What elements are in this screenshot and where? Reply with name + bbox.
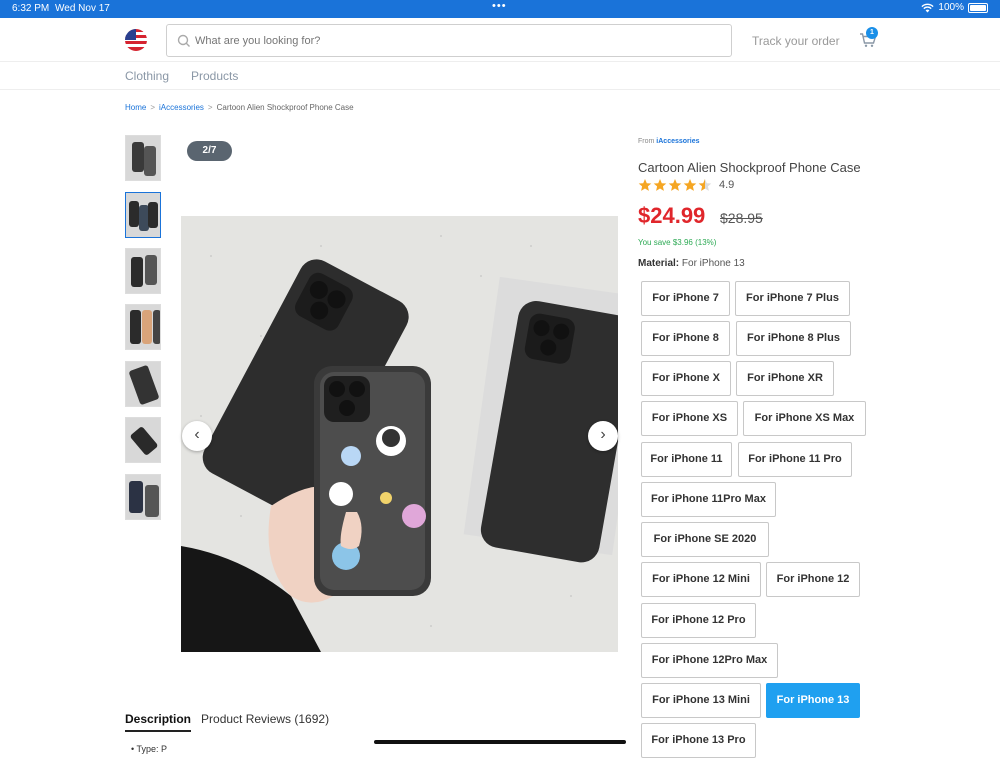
prev-image-button[interactable]: ‹ — [182, 421, 212, 451]
variant-option[interactable]: For iPhone 7 — [641, 281, 730, 316]
variant-option[interactable]: For iPhone 12 Mini — [641, 562, 761, 597]
tab-product-reviews[interactable]: Product Reviews (1692) — [201, 712, 329, 732]
sale-price: $24.99 — [638, 203, 706, 228]
material-line: Material: For iPhone 13 — [638, 258, 745, 269]
vendor-link[interactable]: iAccessories — [656, 138, 699, 145]
variant-option[interactable]: For iPhone SE 2020 — [641, 522, 769, 557]
breadcrumb-separator: > — [150, 103, 156, 112]
vendor-from-label: From — [638, 138, 655, 145]
variant-option[interactable]: For iPhone 8 — [641, 321, 730, 356]
next-image-button[interactable]: › — [588, 421, 618, 451]
product-tabs: Description Product Reviews (1692) — [125, 712, 339, 732]
status-right: 100% — [921, 2, 988, 13]
gallery-thumbnail[interactable] — [125, 417, 161, 463]
tab-description[interactable]: Description — [125, 712, 192, 732]
rating-value: 4.9 — [719, 179, 735, 191]
variant-option[interactable]: For iPhone 7 Plus — [735, 281, 850, 316]
variant-option[interactable]: For iPhone 12 Pro — [641, 603, 756, 638]
search-icon — [177, 34, 190, 47]
gallery-thumbnail[interactable] — [125, 135, 161, 181]
variant-option[interactable]: For iPhone 11Pro Max — [641, 482, 776, 517]
star-icon — [638, 179, 652, 191]
search-input[interactable] — [195, 31, 715, 51]
star-icon — [653, 179, 667, 191]
gallery-thumbnail[interactable] — [125, 248, 161, 294]
status-time: 6:32 PM — [12, 3, 50, 14]
variant-option[interactable]: For iPhone 11 — [641, 442, 732, 477]
rating-stars: 4.9 — [638, 178, 734, 192]
nav-item-products[interactable]: Products — [191, 69, 238, 83]
variant-option[interactable]: For iPhone XS — [641, 401, 738, 436]
variant-option[interactable]: For iPhone 11 Pro — [738, 442, 852, 477]
breadcrumb-category[interactable]: iAccessories — [159, 103, 204, 112]
breadcrumb-separator: > — [207, 103, 213, 112]
breadcrumb-current: Cartoon Alien Shockproof Phone Case — [216, 103, 354, 112]
cart-count-badge: 1 — [866, 27, 878, 39]
track-order-link[interactable]: Track your order — [752, 34, 840, 48]
us-flag-icon[interactable] — [125, 29, 147, 51]
variant-option[interactable]: For iPhone XS Max — [743, 401, 866, 436]
gallery-thumbnail[interactable] — [125, 474, 161, 520]
chevron-left-icon: ‹ — [194, 426, 200, 443]
chevron-right-icon: › — [600, 426, 606, 443]
product-image[interactable] — [181, 216, 618, 652]
variant-option[interactable]: For iPhone 12Pro Max — [641, 643, 778, 678]
vendor-line: From iAccessories — [638, 138, 700, 145]
variant-option[interactable]: For iPhone 13 Pro — [641, 723, 756, 758]
original-price: $28.95 — [720, 210, 763, 226]
variant-option[interactable]: For iPhone 12 — [766, 562, 860, 597]
variant-option[interactable]: For iPhone XR — [736, 361, 834, 396]
category-nav: Clothing Products — [0, 63, 1000, 90]
wifi-icon — [921, 3, 935, 12]
half-star-icon — [698, 179, 712, 191]
savings-text: You save $3.96 (13%) — [638, 238, 717, 247]
star-icon — [668, 179, 682, 191]
image-counter: 2/7 — [187, 141, 232, 161]
variant-option[interactable]: For iPhone 13 Mini — [641, 683, 761, 718]
variant-option[interactable]: For iPhone X — [641, 361, 731, 396]
material-label: Material: — [638, 258, 680, 269]
breadcrumb: Home > iAccessories > Cartoon Alien Shoc… — [125, 103, 354, 112]
gallery-thumbnail[interactable] — [125, 304, 161, 350]
site-header: Track your order 1 — [0, 18, 1000, 62]
material-value: For iPhone 13 — [681, 258, 745, 269]
status-bar: 6:32 PM Wed Nov 17 ••• 100% — [0, 0, 1000, 18]
gallery-thumbnail[interactable] — [125, 361, 161, 407]
battery-icon — [968, 2, 988, 13]
status-date: Wed Nov 17 — [55, 3, 110, 14]
variant-option[interactable]: For iPhone 8 Plus — [736, 321, 851, 356]
variant-option-selected[interactable]: For iPhone 13 — [766, 683, 860, 718]
product-title: Cartoon Alien Shockproof Phone Case — [638, 160, 861, 175]
star-icon — [683, 179, 697, 191]
description-text: • Type: P — [131, 744, 168, 754]
multitask-dots[interactable]: ••• — [492, 0, 507, 12]
breadcrumb-home[interactable]: Home — [125, 103, 146, 112]
gallery-thumbnail[interactable] — [125, 192, 161, 238]
battery-percent: 100% — [938, 2, 964, 13]
nav-item-clothing[interactable]: Clothing — [125, 69, 169, 83]
search-bar — [166, 24, 732, 57]
home-indicator[interactable] — [374, 740, 626, 744]
